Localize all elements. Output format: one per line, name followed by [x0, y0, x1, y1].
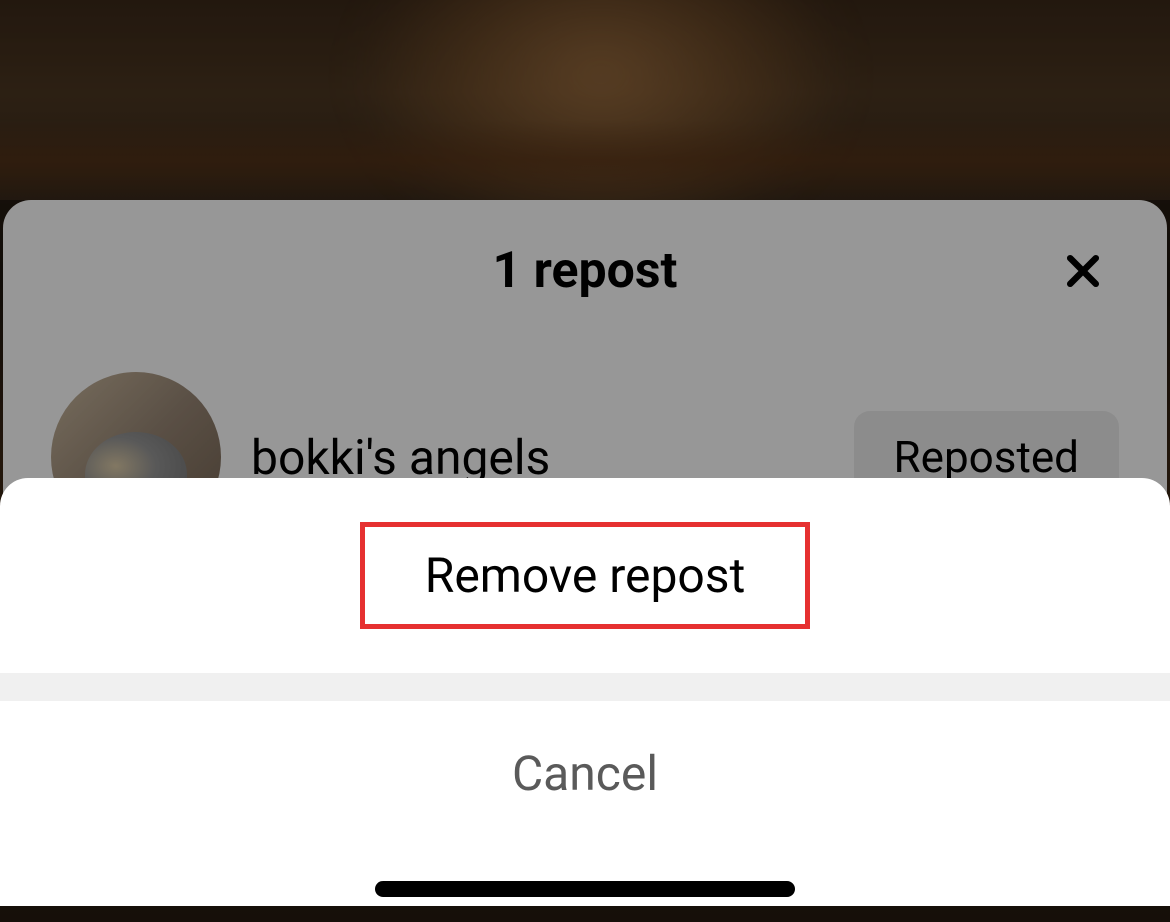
home-indicator[interactable]	[375, 881, 795, 897]
remove-repost-label: Remove repost	[425, 547, 746, 604]
remove-repost-button[interactable]: Remove repost	[0, 478, 1170, 673]
sheet-divider	[0, 673, 1170, 701]
action-group: Remove repost	[0, 478, 1170, 673]
highlight-annotation: Remove repost	[360, 522, 811, 629]
cancel-label: Cancel	[512, 745, 658, 802]
action-sheet: Remove repost Cancel	[0, 478, 1170, 922]
cancel-section: Cancel	[0, 701, 1170, 906]
cancel-button[interactable]: Cancel	[0, 701, 1170, 846]
